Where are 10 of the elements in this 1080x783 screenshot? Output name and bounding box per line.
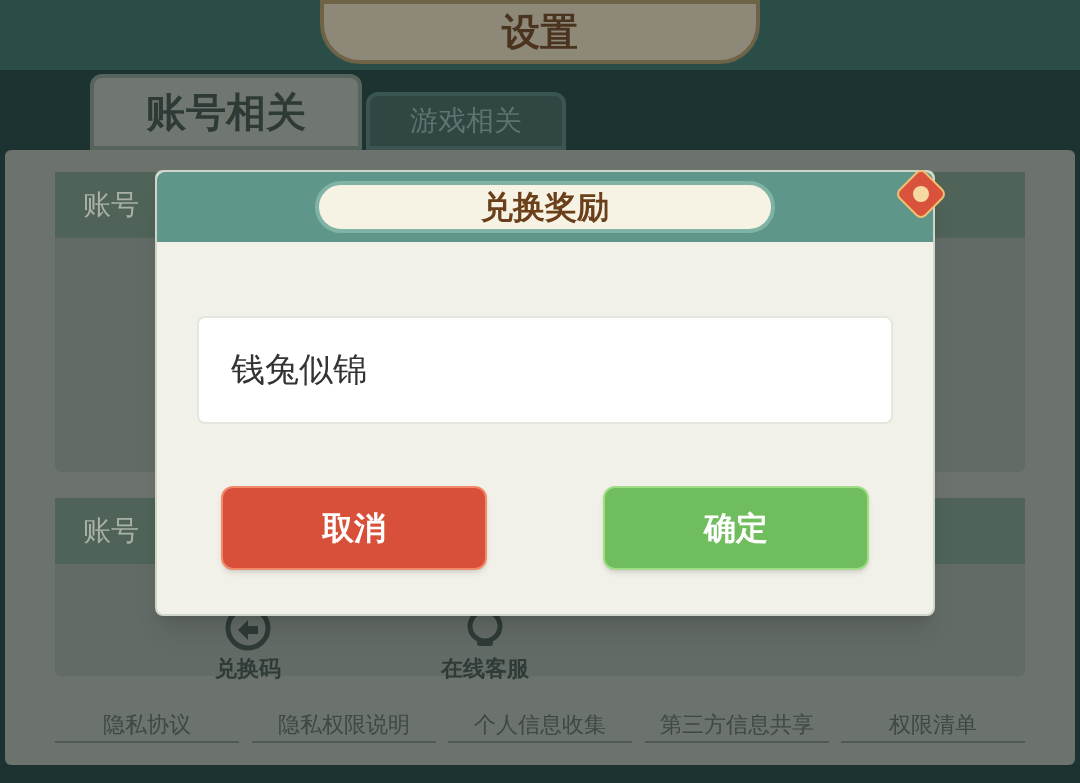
shortcut-label[interactable]: 在线客服 [441,652,529,685]
confirm-button[interactable]: 确定 [603,486,869,570]
cancel-button[interactable]: 取消 [221,486,487,570]
shortcut-label[interactable]: 兑换码 [215,652,281,685]
section-title: 账号 [83,513,139,549]
tab[interactable]: 账号相关 [90,74,362,150]
section-title: 账号 [83,187,139,223]
dialog-title: 兑换奖励 [481,187,609,228]
page-title: 设置 [502,8,578,56]
code-input-field[interactable]: 钱兔似锦 [197,316,893,424]
